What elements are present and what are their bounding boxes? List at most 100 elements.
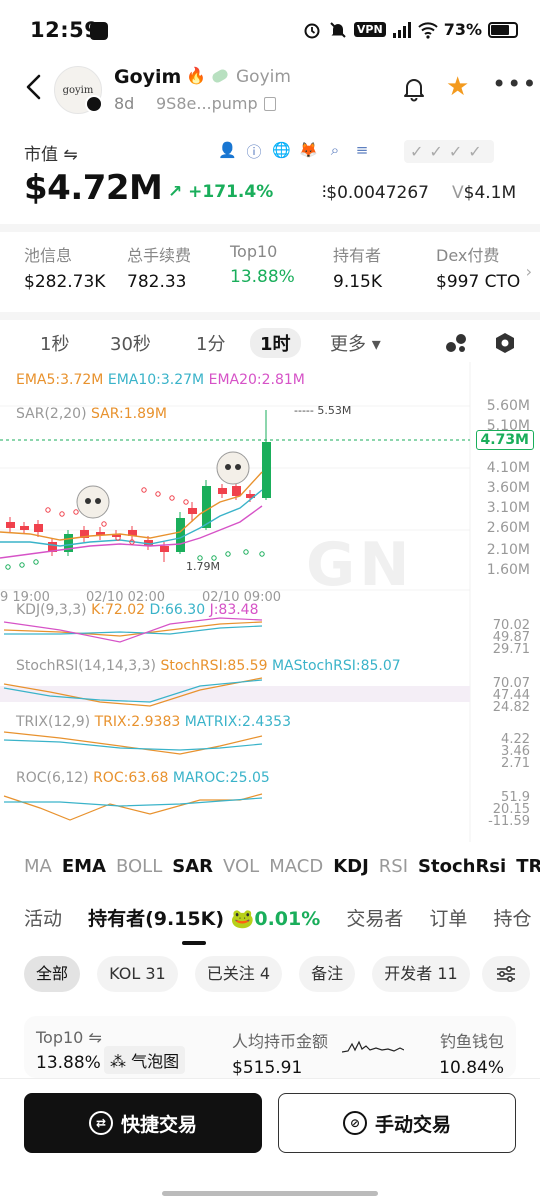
indicator-tab[interactable]: EMA [62,856,106,877]
fox-icon[interactable]: 🦊 [299,141,318,162]
tab-activity[interactable]: 活动 [24,904,62,931]
active-tab-underline [182,941,206,945]
bell-icon[interactable] [402,76,426,102]
interval-1h[interactable]: 1时 [250,328,301,358]
user-icon[interactable]: 👤 [218,141,237,162]
phishing-value: 10.84% [439,1058,504,1078]
stat-item[interactable]: 总手续费 782.33 [127,242,230,304]
indicator-tab[interactable]: StochRsi [418,856,506,877]
bubble-icon[interactable] [444,332,468,354]
more-menu-icon[interactable]: ••• [492,70,537,98]
stat-value: 9.15K [333,272,382,292]
volume-value: $4.1M [463,183,517,203]
ema20-label: EMA20:2.81M [208,372,305,388]
kdj-j-line [3,617,263,643]
settings-hex-icon[interactable] [494,332,516,354]
indicator-tab[interactable]: KDJ [333,856,369,877]
top10-label[interactable]: Top10 ⇋ [36,1028,102,1047]
vpn-badge: VPN [353,22,386,37]
avg-holding-col: 人均持币金额 $515.91 [232,1028,328,1078]
candle-body [6,522,15,528]
chip-developer[interactable]: 开发者 11 [372,956,470,992]
chip-notes[interactable]: 备注 [299,956,356,992]
sar-dot [59,511,65,517]
indicator-tab[interactable]: MA [24,856,52,877]
interval-selector: 1秒 30秒 1分 1时 更多 ▾ [0,328,540,358]
stats-row: 池信息 $282.73K 总手续费 782.33 Top10 13.88% 持有者 9.15K… [0,242,540,304]
market-cap-change: ↗ +171.4% [168,182,273,202]
tab-orders[interactable]: 订单 [429,904,467,931]
sar-dot [183,499,189,505]
trix-label: TRIX(12,9) [16,714,91,730]
chip-kol[interactable]: KOL 31 [97,956,178,992]
token-header: goyim Goyim 🔥 Goyim 8d 9S8e...pump ★ ••• [0,62,540,120]
sar-dot [33,559,39,565]
sar-dot [141,487,147,493]
chip-all[interactable]: 全部 [24,956,81,992]
bottom-action-bar: ⇄ 快捷交易 ⊘ 手动交易 [0,1078,540,1199]
kdj-label: KDJ(9,3,3) [16,602,87,618]
wifi-icon [418,21,438,39]
back-arrow-icon[interactable] [22,72,46,102]
chevron-right-icon[interactable]: › [526,262,532,281]
manual-trade-button[interactable]: ⊘ 手动交易 [278,1093,516,1153]
stochrsi-legend: StochRSI(14,14,3,3) StochRSI:85.59 MASto… [16,658,401,674]
candle-body [34,524,43,532]
chip-followed[interactable]: 已关注 4 [194,956,283,992]
tab-holders[interactable]: 持有者(9.15K) 🐸0.01% [88,904,320,931]
tab-traders[interactable]: 交易者 [346,904,403,931]
high-marker-value: 5.53M [317,404,352,417]
sar-dot [259,551,265,557]
price-chart[interactable]: GN EMA5:3.72M EMA10:3.27M EMA20:2.81M SA… [0,362,540,842]
divider [0,224,540,232]
stat-label: Top10 [230,242,278,261]
trix-value: TRIX:2.9383 [94,714,181,730]
indicator-tab[interactable]: VOL [223,856,259,877]
sar-dot [73,509,79,515]
token-price-text: $0.0047267 [326,183,429,203]
stat-item[interactable]: Dex付费 $997 CTO [436,242,539,304]
y-tick: 4.10M [486,460,530,476]
interval-1m[interactable]: 1分 [186,328,235,358]
indicator-tab[interactable]: TR [516,856,540,877]
stat-value: 13.88% [230,267,295,287]
stat-item[interactable]: 池信息 $282.73K [24,242,127,304]
stat-item[interactable]: Top10 13.88% [230,242,333,304]
sar-dot [5,564,11,570]
holder-summary-card: Top10 ⇋ 13.88% ⁂ 气泡图 人均持币金额 $515.91 钓鱼钱包… [24,1016,516,1078]
favorite-star-icon[interactable]: ★ [446,74,469,100]
tab-positions[interactable]: 持仓 [493,904,531,931]
alert-icon[interactable]: ⓘ [245,141,263,162]
market-cap-label[interactable]: 市值 ⇋ [24,140,78,165]
indicator-tab[interactable]: RSI [379,856,408,877]
bubble-map-button[interactable]: ⁂ 气泡图 [104,1046,186,1074]
interval-more-dropdown[interactable]: 更多 ▾ [330,330,381,356]
token-price: ⫶$0.0047267 [322,183,429,203]
trader-avatar [216,451,250,485]
indicator-tab[interactable]: MACD [269,856,323,877]
stat-item[interactable]: 持有者 9.15K [333,242,436,304]
current-price-tag: 4.73M [475,430,534,450]
indicator-tab[interactable]: BOLL [116,856,162,877]
list-icon[interactable]: ≡ [353,141,371,162]
clock: 12:59 [30,18,100,42]
quick-trade-button[interactable]: ⇄ 快捷交易 [24,1093,262,1153]
top10-label-text: Top10 [36,1028,84,1047]
filter-sliders-icon[interactable] [482,956,530,992]
roc-ma: MAROC:25.05 [172,770,270,786]
copy-icon[interactable] [264,97,276,111]
top10-col: Top10 ⇋ 13.88% [36,1028,102,1073]
token-address[interactable]: 9S8e...pump [156,94,258,113]
roc-axis: 51.9 20.15 -11.59 [488,791,530,828]
interval-30s[interactable]: 30秒 [100,328,161,358]
kdj-k: K:72.02 [91,602,146,618]
candle-body [262,442,271,498]
interval-1s[interactable]: 1秒 [30,328,79,358]
search-icon[interactable]: ⌕ [326,141,344,162]
indicator-tab[interactable]: SAR [172,856,213,877]
token-avatar[interactable]: goyim [54,66,103,114]
stochrsi-ma: MAStochRSI:85.07 [271,658,401,674]
globe-icon[interactable]: 🌐 [272,141,291,162]
roc-line [3,793,263,821]
check-badges[interactable]: ✓✓✓✓ [404,140,494,163]
